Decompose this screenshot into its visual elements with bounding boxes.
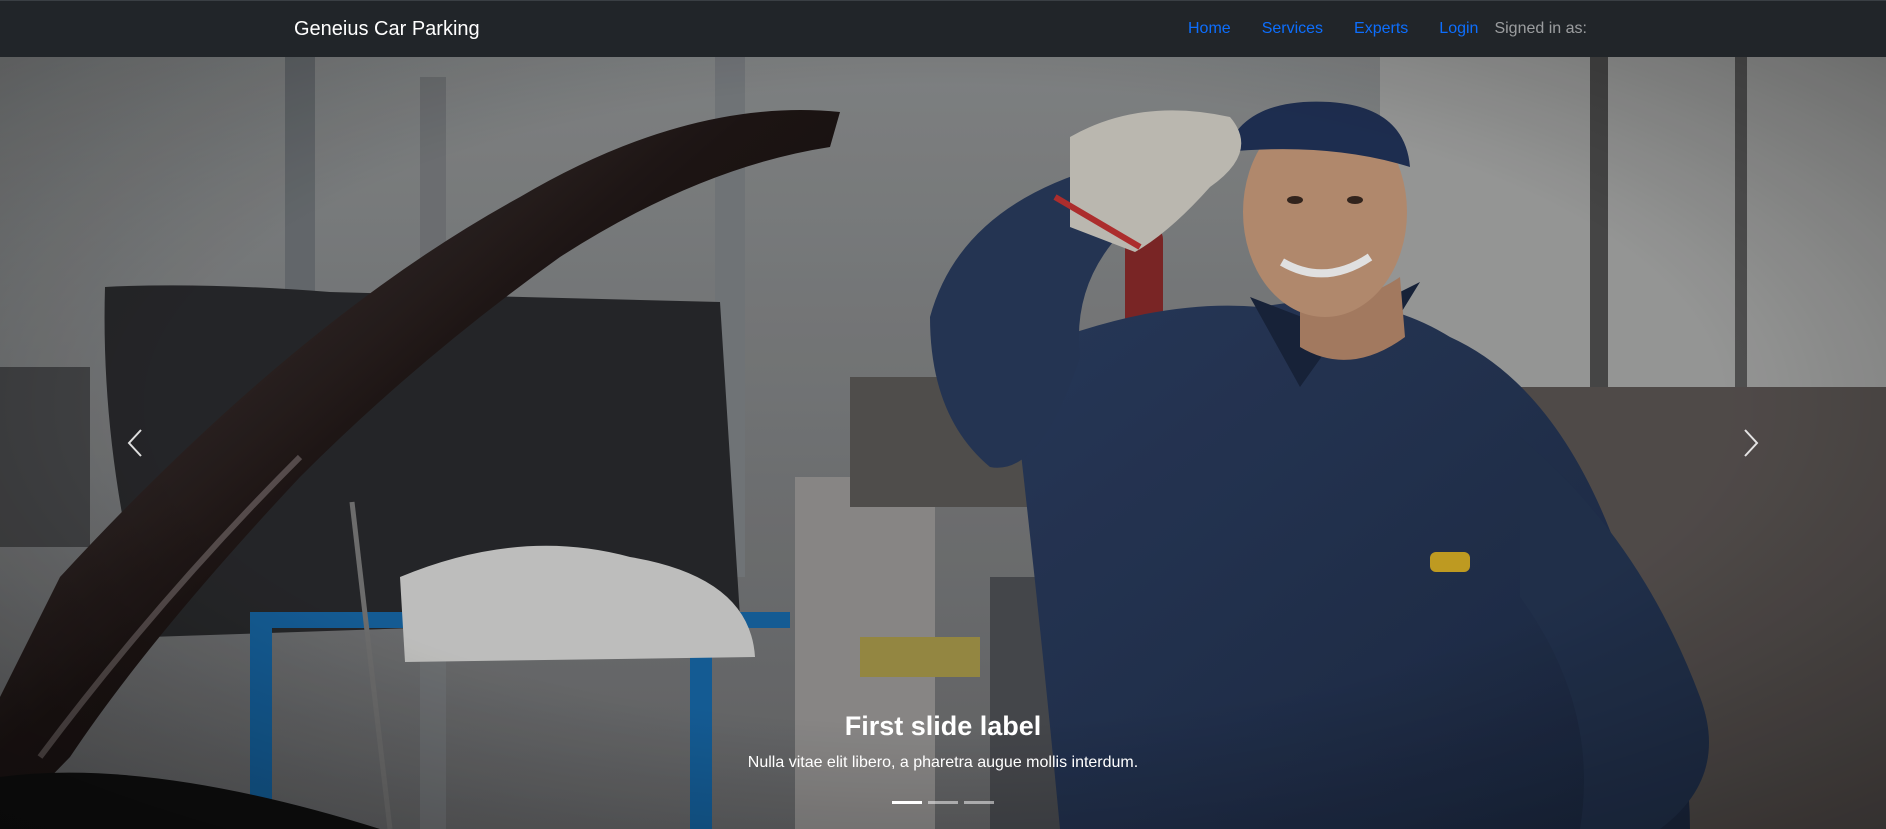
nav-link-experts[interactable]: Experts: [1354, 20, 1408, 38]
brand-link[interactable]: Geneius Car Parking: [294, 18, 480, 41]
nav-link-login[interactable]: Login: [1439, 20, 1478, 38]
carousel-indicator-1[interactable]: [892, 801, 922, 804]
nav-link-services[interactable]: Services: [1262, 20, 1323, 38]
carousel-indicator-2[interactable]: [928, 801, 958, 804]
navbar: Geneius Car Parking Home Services Expert…: [0, 0, 1886, 57]
slide-caption-title: First slide label: [844, 711, 1042, 741]
signed-in-text: Signed in as:: [1494, 20, 1587, 37]
chevron-left-icon: [127, 429, 142, 457]
carousel-indicator-3[interactable]: [964, 801, 994, 804]
nav-link-home[interactable]: Home: [1188, 20, 1231, 38]
carousel-indicators: [0, 801, 1886, 804]
slide-caption-text: Nulla vitae elit libero, a pharetra augu…: [747, 754, 1139, 771]
chevron-right-icon: [1744, 429, 1759, 457]
hero-carousel: First slide label Nulla vitae elit liber…: [0, 57, 1886, 829]
nav-links: Home Services Experts Login Signed in as…: [1188, 20, 1587, 38]
